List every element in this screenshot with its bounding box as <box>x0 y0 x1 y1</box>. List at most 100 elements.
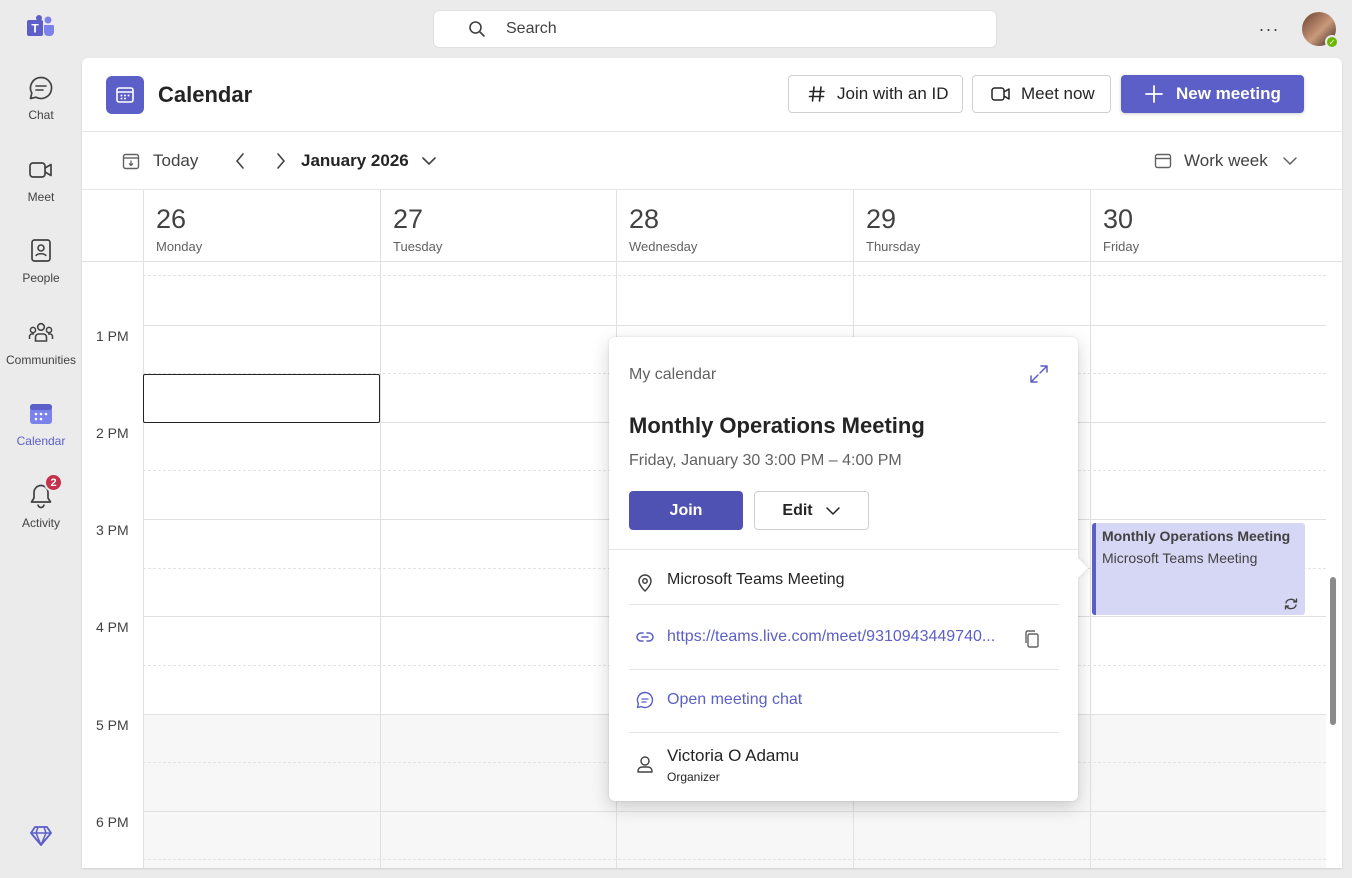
column-divider <box>1090 262 1091 868</box>
chat-icon <box>636 691 654 709</box>
rail-people[interactable]: People <box>0 235 82 307</box>
vertical-scrollbar[interactable] <box>1330 577 1336 725</box>
time-label: 6 PM <box>96 814 129 830</box>
time-label: 4 PM <box>96 619 129 635</box>
event-subtitle: Microsoft Teams Meeting <box>1102 550 1258 566</box>
organizer-name: Victoria O Adamu <box>667 746 799 765</box>
popover-time: Friday, January 30 3:00 PM – 4:00 PM <box>629 452 902 469</box>
rail-communities[interactable]: Communities <box>0 317 82 389</box>
search-box[interactable]: Search <box>433 10 997 48</box>
meeting-link[interactable]: https://teams.live.com/meet/931094344974… <box>667 628 995 646</box>
previous-week-button[interactable] <box>229 132 251 190</box>
next-week-button[interactable] <box>270 132 292 190</box>
avatar[interactable]: ✓ <box>1302 12 1339 49</box>
communities-icon <box>28 322 54 342</box>
calendar-toolbar: Today January 2026 Work week <box>82 132 1342 190</box>
plus-icon <box>1144 84 1164 104</box>
svg-text:T: T <box>31 22 39 36</box>
video-camera-icon <box>29 162 52 178</box>
page-title: Calendar <box>158 82 253 107</box>
time-label: 3 PM <box>96 522 129 538</box>
column-divider <box>380 262 381 868</box>
new-meeting-label: New meeting <box>1176 84 1281 103</box>
time-label: 1 PM <box>96 328 129 344</box>
chevron-left-icon <box>236 153 244 169</box>
meeting-link-row: https://teams.live.com/meet/931094344974… <box>629 627 1059 657</box>
chevron-down-icon <box>421 157 436 165</box>
search-icon <box>469 21 485 37</box>
day-name: Tuesday <box>393 239 443 254</box>
today-button[interactable]: Today <box>122 132 198 190</box>
calendar-name: My calendar <box>629 366 717 383</box>
teams-logo-icon[interactable]: T <box>27 15 55 41</box>
new-meeting-button[interactable]: New meeting <box>1121 75 1304 113</box>
app-rail: T Chat Meet People Communities Calendar … <box>0 0 82 878</box>
location-row: Microsoft Teams Meeting <box>629 569 1059 599</box>
location-text: Microsoft Teams Meeting <box>667 571 845 588</box>
link-icon <box>636 632 654 642</box>
day-header-friday[interactable]: 30 Friday <box>1090 190 1342 262</box>
organizer-role: Organizer <box>667 770 720 784</box>
rail-meet-label: Meet <box>27 190 55 204</box>
month-picker[interactable]: January 2026 <box>301 132 437 190</box>
open-meeting-chat-link[interactable]: Open meeting chat <box>667 691 802 709</box>
day-number: 30 <box>1103 204 1134 234</box>
popover-divider <box>609 549 1078 550</box>
rail-chat[interactable]: Chat <box>0 72 82 144</box>
rail-activity[interactable]: 2 Activity <box>0 473 82 552</box>
rail-people-label: People <box>22 271 60 285</box>
chat-icon <box>29 76 53 100</box>
rail-communities-label: Communities <box>5 353 77 367</box>
contact-book-icon <box>31 239 51 262</box>
day-header-wednesday[interactable]: 28 Wednesday <box>616 190 853 262</box>
hash-icon <box>807 84 827 104</box>
popover-divider <box>629 732 1059 733</box>
join-button[interactable]: Join <box>629 491 743 530</box>
chevron-right-icon <box>277 153 285 169</box>
popover-title: Monthly Operations Meeting <box>629 413 925 438</box>
recurring-icon <box>1284 598 1298 610</box>
search-placeholder: Search <box>506 20 557 37</box>
expand-icon[interactable] <box>1029 364 1049 384</box>
column-divider <box>143 262 144 868</box>
view-picker[interactable]: Work week <box>1154 132 1298 190</box>
more-options-icon[interactable]: ··· <box>1256 18 1282 40</box>
time-label: 2 PM <box>96 425 129 441</box>
calendar-app-icon <box>106 76 144 114</box>
person-icon <box>637 756 653 773</box>
month-label: January 2026 <box>301 151 409 170</box>
grid-divider <box>82 261 1342 262</box>
popover-divider <box>629 669 1059 670</box>
popover-divider <box>629 604 1059 605</box>
today-label: Today <box>153 151 199 170</box>
edit-button[interactable]: Edit <box>754 491 869 530</box>
copy-icon[interactable] <box>1022 629 1042 649</box>
calendar-glyph-icon <box>116 87 134 103</box>
view-label: Work week <box>1184 151 1268 170</box>
activity-badge: 2 <box>44 473 63 492</box>
day-name: Wednesday <box>629 239 698 254</box>
calendar-icon <box>30 404 52 424</box>
premium-diamond-icon[interactable] <box>29 825 53 847</box>
calendar-header: Calendar Join with an ID Meet now New me… <box>82 58 1342 132</box>
day-header-tuesday[interactable]: 27 Tuesday <box>380 190 616 262</box>
selected-time-slot[interactable] <box>143 374 380 423</box>
chevron-down-icon <box>825 506 840 515</box>
video-camera-icon <box>991 84 1011 104</box>
presence-available-icon: ✓ <box>1325 35 1339 49</box>
day-header-thursday[interactable]: 29 Thursday <box>853 190 1090 262</box>
day-number: 27 <box>393 204 424 234</box>
day-name: Monday <box>156 239 203 254</box>
event-title: Monthly Operations Meeting <box>1102 528 1291 544</box>
join-with-id-button[interactable]: Join with an ID <box>788 75 963 113</box>
rail-calendar[interactable]: Calendar <box>0 398 82 470</box>
day-number: 28 <box>629 204 660 234</box>
calendar-event[interactable]: Monthly Operations Meeting Microsoft Tea… <box>1092 523 1305 615</box>
meet-now-button[interactable]: Meet now <box>972 75 1111 113</box>
activity-icon-wrap: 2 <box>27 473 63 510</box>
rail-meet[interactable]: Meet <box>0 154 82 226</box>
half-hour-line <box>143 859 1326 860</box>
meet-now-label: Meet now <box>1021 84 1095 103</box>
day-name: Thursday <box>866 239 921 254</box>
day-header-monday[interactable]: 26 Monday <box>143 190 380 262</box>
